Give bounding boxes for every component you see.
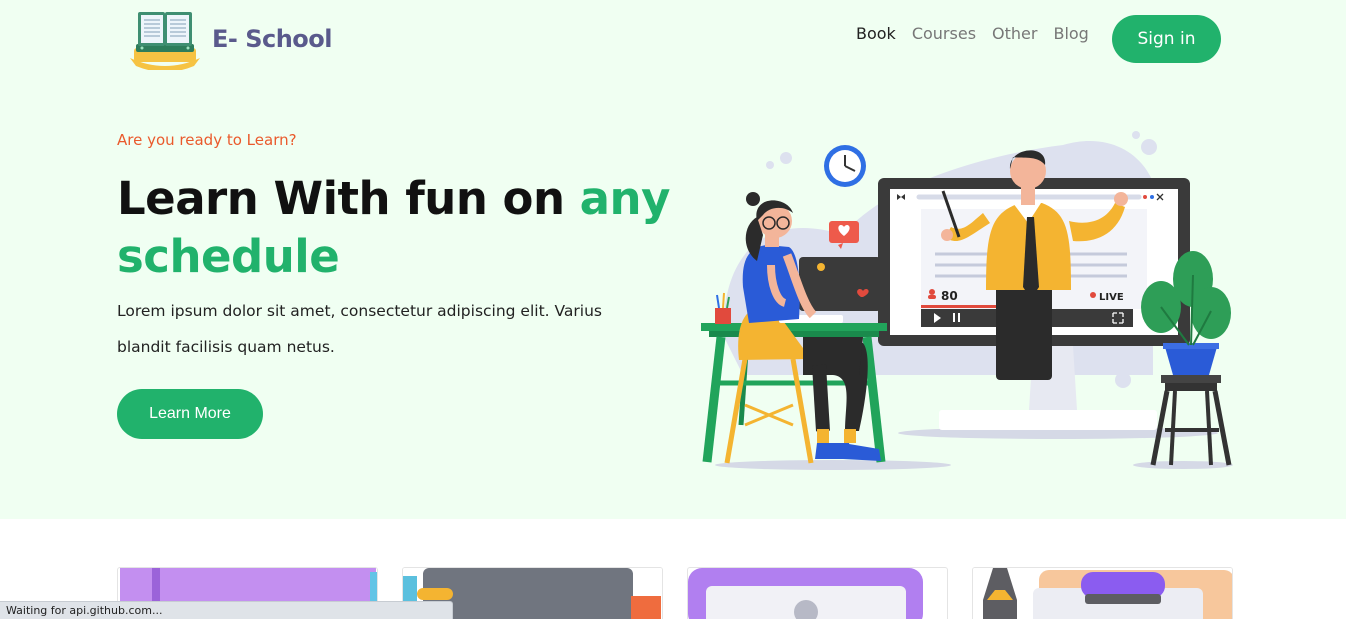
nav-link-other[interactable]: Other: [992, 24, 1037, 43]
signin-button[interactable]: Sign in: [1112, 15, 1221, 63]
hero-headline: Learn With fun on any schedule: [117, 170, 677, 286]
hero-description: Lorem ipsum dolor sit amet, consectetur …: [117, 302, 602, 356]
online-learning-illustration: 80 LIVE: [701, 131, 1233, 470]
tablet-icon: [688, 568, 923, 619]
viewer-count: 80: [941, 289, 958, 303]
live-label: LIVE: [1099, 292, 1124, 303]
browser-status-bar: Waiting for api.github.com...: [0, 601, 453, 619]
learn-more-button[interactable]: Learn More: [117, 389, 263, 439]
main-nav: Book Courses Other Blog: [856, 24, 1089, 43]
nav-link-blog[interactable]: Blog: [1053, 24, 1088, 43]
brand-name: E- School: [212, 25, 333, 53]
nav-link-book[interactable]: Book: [856, 24, 896, 43]
course-card-4[interactable]: [972, 567, 1233, 619]
hero-section: E- School Book Courses Other Blog Sign i…: [0, 0, 1346, 519]
clipboard-icon: [973, 568, 1232, 619]
hero-eyebrow: Are you ready to Learn?: [117, 131, 297, 149]
course-card-3[interactable]: [687, 567, 948, 619]
hero-headline-main: Learn With fun on: [117, 172, 580, 225]
brand-logo[interactable]: E- School: [128, 8, 333, 70]
book-logo-icon: [130, 12, 200, 70]
nav-link-courses[interactable]: Courses: [912, 24, 976, 43]
